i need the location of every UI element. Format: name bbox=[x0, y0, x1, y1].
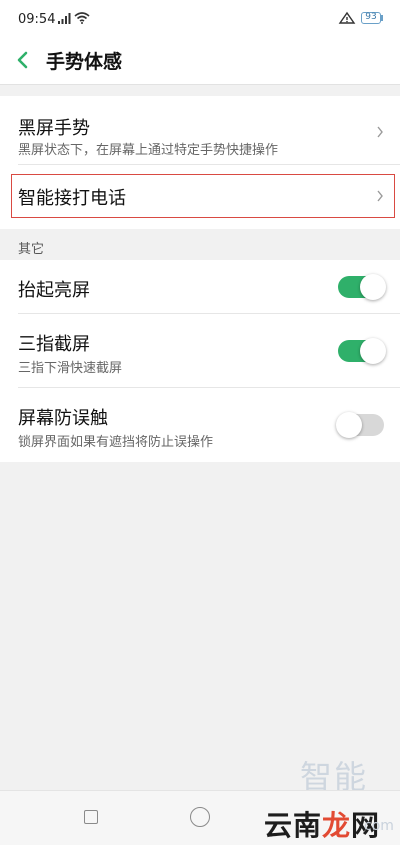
section-label-other: 其它 bbox=[18, 242, 45, 257]
toggle-knob bbox=[360, 338, 386, 364]
raise-to-wake-toggle[interactable] bbox=[338, 274, 386, 300]
raise-to-wake-row: 抬起亮屏 bbox=[0, 260, 400, 312]
wifi-icon bbox=[74, 12, 90, 24]
accidental-touch-toggle[interactable] bbox=[336, 412, 384, 438]
three-finger-screenshot-row: 三指截屏 三指下滑快速截屏 bbox=[0, 314, 400, 386]
row-subtitle: 锁屏界面如果有遮挡将防止误操作 bbox=[18, 435, 214, 450]
battery-tip bbox=[381, 15, 383, 21]
divider bbox=[18, 164, 400, 165]
other-settings-group: 抬起亮屏 三指截屏 三指下滑快速截屏 屏幕防误触 锁屏界面如果有遮挡将防止误操作 bbox=[0, 260, 400, 462]
chevron-left-icon[interactable] bbox=[10, 46, 38, 74]
chevron-right-icon bbox=[377, 126, 383, 138]
signal-icon bbox=[58, 13, 71, 24]
vpn-icon bbox=[338, 11, 356, 24]
row-subtitle: 黑屏状态下，在屏幕上通过特定手势快捷操作 bbox=[18, 143, 279, 158]
watermark-accent: 龙 bbox=[322, 809, 352, 842]
header: 手势体感 bbox=[0, 40, 400, 85]
three-finger-screenshot-toggle[interactable] bbox=[338, 338, 386, 364]
watermark-main: 云南龙网 bbox=[264, 804, 380, 844]
battery-indicator: 93 bbox=[361, 12, 381, 24]
row-title: 三指截屏 bbox=[18, 334, 90, 355]
black-screen-gesture-row[interactable]: 黑屏手势 黑屏状态下，在屏幕上通过特定手势快捷操作 bbox=[0, 96, 400, 164]
recents-icon[interactable] bbox=[84, 810, 98, 824]
row-subtitle: 三指下滑快速截屏 bbox=[18, 361, 123, 376]
row-title: 屏幕防误触 bbox=[18, 408, 108, 429]
status-time: 09:54 bbox=[18, 12, 56, 27]
page-title: 手势体感 bbox=[46, 51, 123, 73]
accidental-touch-row: 屏幕防误触 锁屏界面如果有遮挡将防止误操作 bbox=[0, 388, 400, 462]
toggle-knob bbox=[336, 412, 362, 438]
watermark-prefix: 云南 bbox=[264, 809, 323, 842]
status-bar: 09:54 93 bbox=[0, 0, 400, 40]
row-title: 黑屏手势 bbox=[18, 118, 90, 139]
toggle-knob bbox=[360, 274, 386, 300]
home-icon[interactable] bbox=[190, 807, 210, 827]
highlight-box bbox=[11, 174, 395, 218]
row-title: 抬起亮屏 bbox=[18, 280, 90, 301]
watermark-domain: com bbox=[364, 818, 394, 834]
